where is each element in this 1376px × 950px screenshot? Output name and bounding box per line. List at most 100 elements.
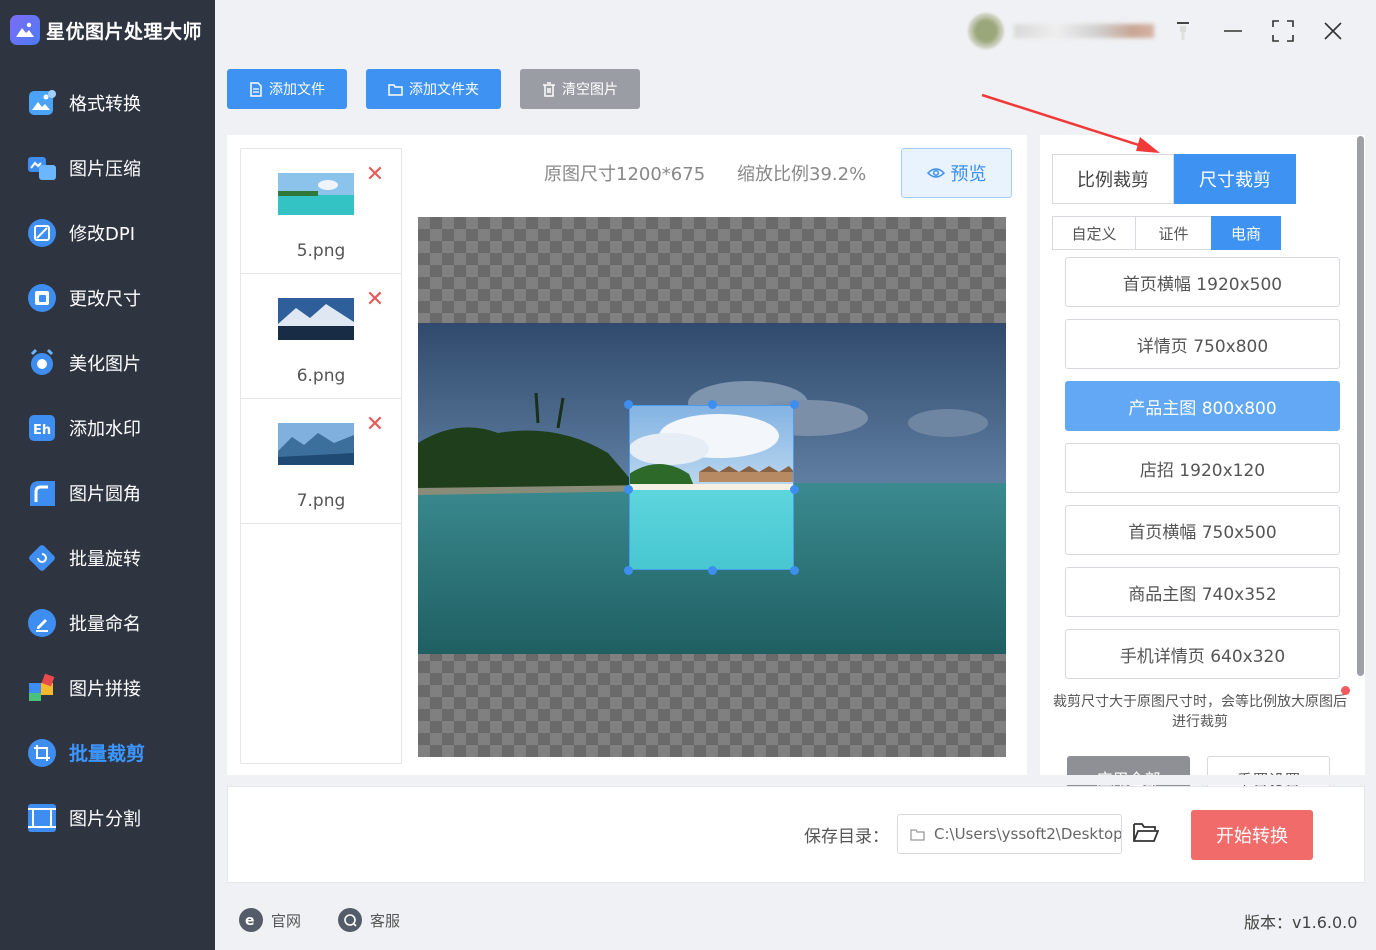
pin-button[interactable]: [1158, 12, 1208, 50]
rounded-corner-icon: [26, 477, 58, 509]
watermark-icon: Eh: [26, 412, 58, 444]
delete-file-button[interactable]: ✕: [365, 414, 385, 436]
panel-gap: [1040, 775, 1365, 785]
svg-text:e: e: [245, 913, 255, 927]
nav-item-label: 修改DPI: [69, 223, 136, 245]
nav-item-rotate[interactable]: 批量旋转: [0, 525, 215, 590]
preset-list: 首页横幅 1920x500 详情页 750x800 产品主图 800x800 店…: [1065, 257, 1340, 691]
preset-item-selected[interactable]: 产品主图 800x800: [1065, 381, 1340, 431]
open-folder-icon: [1133, 823, 1160, 842]
sidebar: 星优图片处理大师 格式转换 图片压缩 修改DPI 更改尺寸 美化图片 Eh 添加…: [0, 0, 215, 950]
tab-ratio-crop[interactable]: 比例裁剪: [1052, 154, 1174, 204]
crop-mode-tabs: 比例裁剪 尺寸裁剪: [1052, 154, 1296, 204]
app-title: 星优图片处理大师: [10, 14, 202, 46]
nav-item-rounded-corner[interactable]: 图片圆角: [0, 460, 215, 525]
avatar-image: [968, 13, 1004, 49]
image-compress-icon: [26, 152, 58, 184]
website-link[interactable]: e 官网: [239, 908, 301, 932]
tab-ecommerce[interactable]: 电商: [1211, 216, 1281, 250]
nav-item-label: 美化图片: [69, 353, 141, 375]
tab-size-crop[interactable]: 尺寸裁剪: [1174, 154, 1296, 204]
crop-handle-top-right[interactable]: [790, 400, 799, 409]
notification-dot: [1341, 686, 1350, 695]
preset-item[interactable]: 首页横幅 750x500: [1065, 505, 1340, 555]
nav-item-label: 更改尺寸: [69, 288, 141, 310]
folder-icon: [388, 83, 403, 96]
save-directory-label: 保存目录：: [804, 827, 889, 847]
puzzle-icon: [26, 672, 58, 704]
file-name: 5.png: [296, 241, 346, 261]
nav-item-format-convert[interactable]: 格式转换: [0, 70, 215, 135]
add-folder-button[interactable]: 添加文件夹: [366, 69, 501, 109]
start-convert-button[interactable]: 开始转换: [1191, 810, 1313, 860]
nav-item-resize[interactable]: 更改尺寸: [0, 265, 215, 330]
crop-handle-top[interactable]: [708, 400, 717, 409]
crop-handle-bottom-left[interactable]: [624, 566, 633, 575]
preset-item[interactable]: 首页横幅 1920x500: [1065, 257, 1340, 307]
nav-item-dpi[interactable]: 修改DPI: [0, 200, 215, 265]
nav-item-label: 图片拼接: [69, 678, 141, 700]
nav-item-beautify[interactable]: 美化图片: [0, 330, 215, 395]
nav-menu: 格式转换 图片压缩 修改DPI 更改尺寸 美化图片 Eh 添加水印 图片圆角 批: [0, 70, 215, 850]
nav-item-watermark[interactable]: Eh 添加水印: [0, 395, 215, 460]
image-convert-icon: [26, 87, 58, 119]
crop-handle-right[interactable]: [790, 485, 799, 494]
tab-custom[interactable]: 自定义: [1052, 216, 1136, 250]
nav-item-label: 格式转换: [69, 93, 141, 115]
add-file-label: 添加文件: [269, 82, 325, 98]
preset-category-tabs: 自定义 证件 电商: [1052, 216, 1281, 250]
resize-icon: [26, 282, 58, 314]
maximize-button[interactable]: [1258, 12, 1308, 50]
file-item[interactable]: ✕ 7.png: [241, 399, 401, 524]
nav-item-compress[interactable]: 图片压缩: [0, 135, 215, 200]
file-item[interactable]: ✕ 6.png: [241, 274, 401, 399]
folder-icon: [910, 828, 925, 841]
preview-button[interactable]: 预览: [901, 148, 1012, 198]
crop-handle-top-left[interactable]: [624, 400, 633, 409]
nav-item-label: 批量命名: [69, 613, 141, 635]
preset-item[interactable]: 店招 1920x120: [1065, 443, 1340, 493]
support-label: 客服: [370, 911, 401, 930]
zoom-ratio-text: 缩放比例39.2%: [737, 164, 867, 185]
crop-selection[interactable]: [629, 405, 794, 570]
save-directory-input[interactable]: C:\Users\yssoft2\Desktop: [897, 814, 1122, 854]
preview-label: 预览: [950, 164, 987, 185]
pin-icon: [1177, 22, 1189, 40]
file-item[interactable]: ✕ 5.png: [241, 149, 401, 274]
settings-scrollbar[interactable]: [1357, 136, 1364, 676]
delete-file-button[interactable]: ✕: [365, 164, 385, 186]
delete-file-button[interactable]: ✕: [365, 289, 385, 311]
add-folder-label: 添加文件夹: [409, 82, 479, 98]
preset-item[interactable]: 详情页 750x800: [1065, 319, 1340, 369]
file-thumbnail: [278, 173, 354, 215]
nav-item-split[interactable]: 图片分割: [0, 785, 215, 850]
nav-item-rename[interactable]: 批量命名: [0, 590, 215, 655]
file-list: ✕ 5.png ✕ 6.png ✕ 7.png: [240, 148, 402, 764]
preset-item[interactable]: 商品主图 740x352: [1065, 567, 1340, 617]
rename-icon: [26, 607, 58, 639]
window-controls: [968, 12, 1358, 50]
preset-item[interactable]: 手机详情页 640x320: [1065, 629, 1340, 679]
eye-icon: [926, 168, 945, 178]
crop-handle-bottom-right[interactable]: [790, 566, 799, 575]
clear-images-label: 清空图片: [562, 82, 618, 98]
nav-item-crop[interactable]: 批量裁剪: [0, 720, 215, 785]
crop-handle-bottom[interactable]: [708, 566, 717, 575]
close-button[interactable]: [1308, 12, 1358, 50]
nav-item-label: 批量旋转: [69, 548, 141, 570]
tab-id-photo[interactable]: 证件: [1135, 216, 1212, 250]
minimize-button[interactable]: [1208, 12, 1258, 50]
rotate-icon: [26, 542, 58, 574]
nav-item-puzzle[interactable]: 图片拼接: [0, 655, 215, 720]
beautify-icon: [26, 347, 58, 379]
support-link[interactable]: 客服: [338, 908, 400, 932]
image-canvas[interactable]: [418, 217, 1006, 757]
crop-handle-left[interactable]: [624, 485, 633, 494]
trash-icon: [543, 81, 555, 97]
chat-icon: [338, 908, 362, 932]
user-avatar[interactable]: [968, 12, 1158, 50]
clear-images-button[interactable]: 清空图片: [520, 69, 640, 109]
add-file-button[interactable]: 添加文件: [227, 69, 347, 109]
close-icon: [1324, 22, 1342, 40]
browse-folder-button[interactable]: [1133, 821, 1160, 847]
